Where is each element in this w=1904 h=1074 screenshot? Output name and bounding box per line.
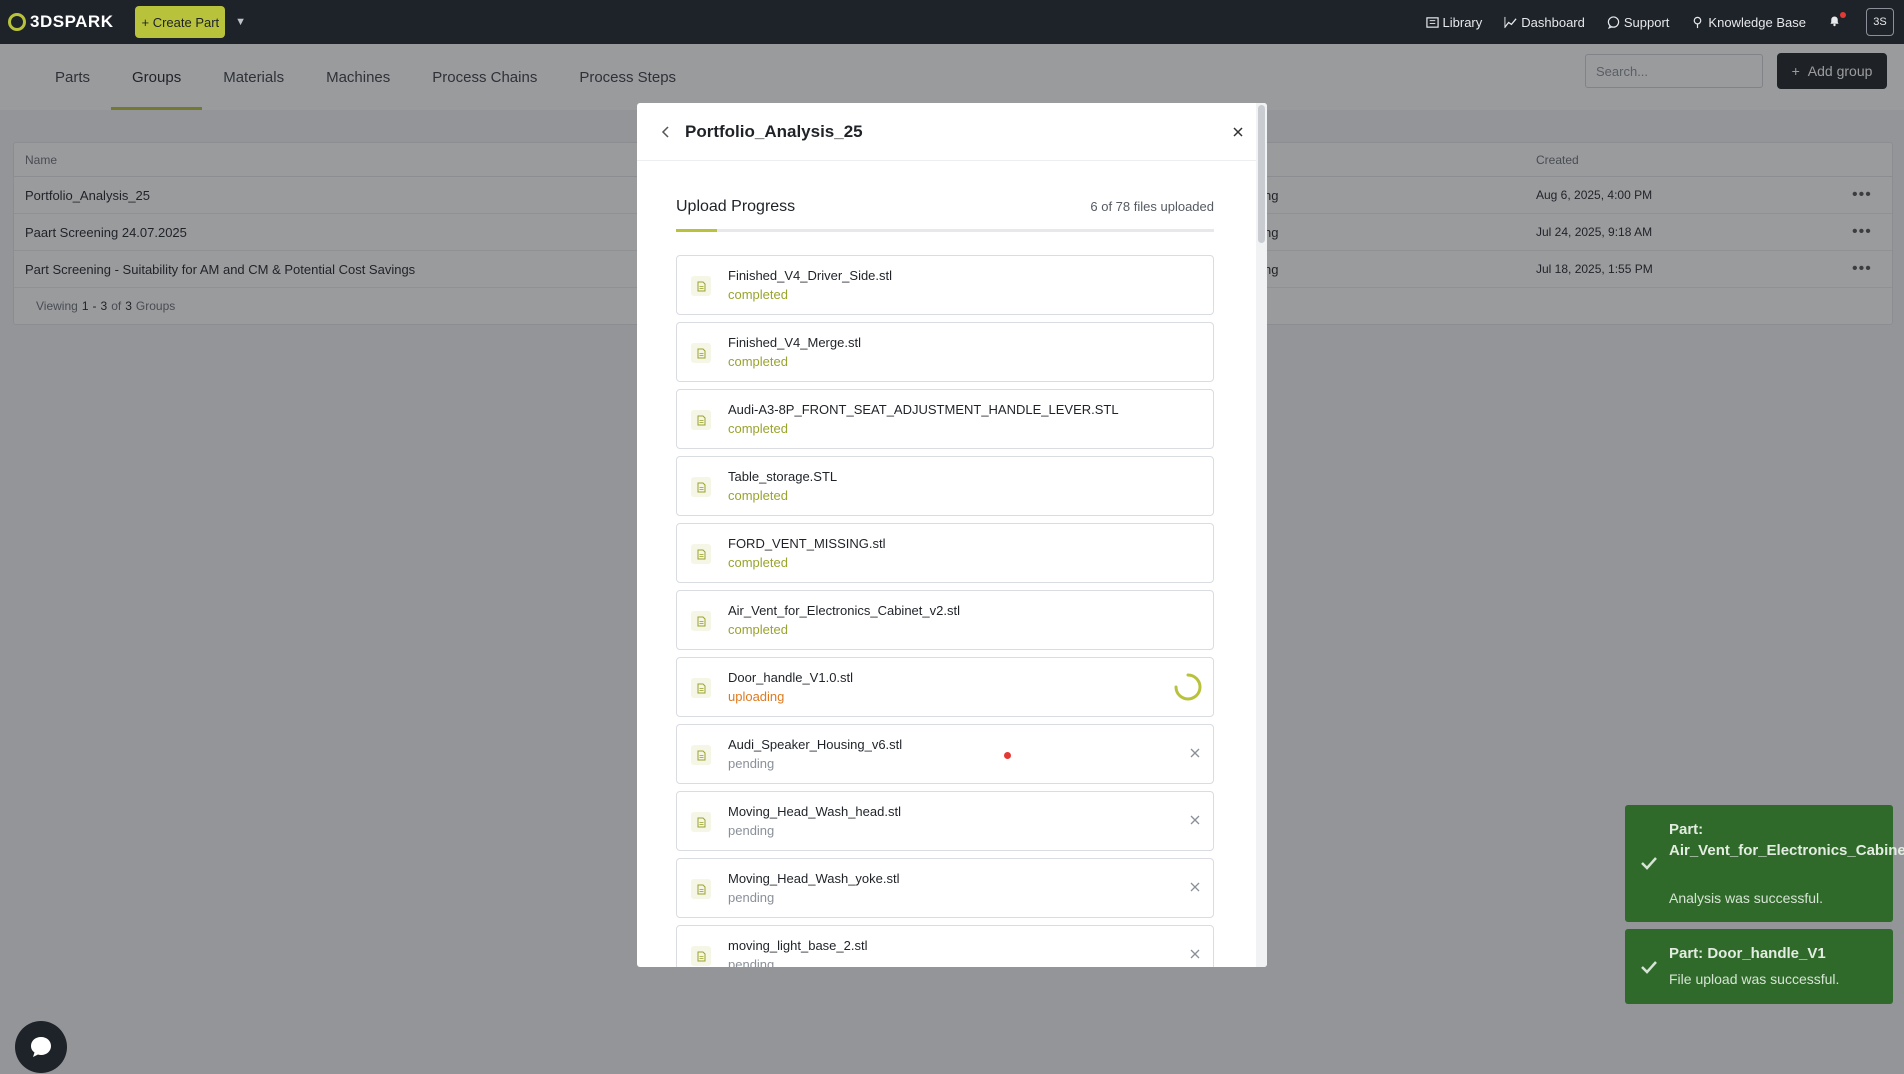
progress-bar [676, 229, 1214, 232]
file-status: completed [728, 488, 788, 503]
file-status: completed [728, 287, 788, 302]
file-name: Moving_Head_Wash_yoke.stl [728, 871, 900, 886]
file-icon [691, 879, 711, 899]
close-icon[interactable] [1231, 125, 1245, 139]
nav-knowledge-base-label: Knowledge Base [1708, 14, 1806, 30]
progress-count: 6 of 78 files uploaded [1090, 199, 1214, 214]
top-bar: 3DSPARK + Create Part ▼ Library Dashboar… [0, 0, 1904, 44]
upload-progress-modal: Portfolio_Analysis_25 Upload Progress 6 … [637, 103, 1267, 967]
notifications-bell-icon[interactable] [1828, 12, 1846, 30]
remove-file-icon[interactable] [1189, 747, 1201, 759]
nav-dashboard-link[interactable]: Dashboard [1504, 15, 1585, 30]
nav-library-label: Library [1442, 14, 1483, 30]
progress-header: Upload Progress 6 of 78 files uploaded [676, 198, 1214, 216]
top-nav: Library Dashboard Support Knowledge Base… [1425, 8, 1896, 36]
check-icon [1641, 961, 1657, 974]
file-status: pending [728, 890, 775, 905]
file-name: Moving_Head_Wash_head.stl [728, 804, 901, 819]
nav-support-label: Support [1623, 14, 1670, 30]
file-status: completed [728, 622, 788, 637]
logo-mark-icon [8, 13, 26, 31]
toast-body: File upload was successful. [1669, 971, 1840, 987]
toast-analysis-success[interactable]: Part: Air_Vent_for_Electronics_Cabinet_v… [1625, 805, 1904, 922]
file-icon [691, 678, 711, 698]
scrollbar-thumb[interactable] [1258, 105, 1265, 243]
file-icon [691, 745, 711, 765]
knowledge-base-icon [1694, 16, 1702, 28]
create-part-button[interactable]: + Create Part [135, 6, 226, 38]
nav-library-link[interactable]: Library [1425, 14, 1483, 30]
file-name: Finished_V4_Merge.stl [728, 335, 861, 350]
file-icon [691, 611, 711, 631]
file-name: moving_light_base_2.stl [728, 938, 868, 953]
file-card: Audi-A3-8P_FRONT_SEAT_ADJUSTMENT_HANDLE_… [676, 389, 1214, 449]
progress-title: Upload Progress [676, 198, 796, 215]
file-status: pending [728, 823, 775, 838]
file-card: FORD_VENT_MISSING.stl completed [676, 523, 1214, 583]
file-list: Finished_V4_Driver_Side.stl completed Fini… [676, 255, 1214, 967]
remove-file-icon[interactable] [1189, 814, 1201, 826]
file-card: Audi_Speaker_Housing_v6.stlpending [676, 724, 1214, 784]
file-name: Air_Vent_for_Electronics_Cabinet_v2.stl [728, 603, 960, 618]
logo-text: 3DSPARK [30, 12, 114, 31]
modal-header: Portfolio_Analysis_25 [637, 103, 1267, 161]
file-status: completed [728, 354, 788, 369]
file-name: Audi-A3-8P_FRONT_SEAT_ADJUSTMENT_HANDLE_… [728, 402, 1119, 417]
file-card: Finished_V4_Driver_Side.stl completed [676, 255, 1214, 315]
file-icon [691, 544, 711, 564]
file-name: Finished_V4_Driver_Side.stl [728, 268, 893, 283]
chat-bubble-icon [31, 1037, 51, 1057]
modal-scrollbar[interactable] [1256, 103, 1267, 967]
toast-body: Analysis was successful. [1669, 890, 1824, 906]
support-icon [1607, 15, 1620, 29]
dashboard-icon [1504, 16, 1517, 28]
create-dropdown-chevron-icon[interactable]: ▼ [235, 16, 246, 28]
file-status: uploading [728, 689, 785, 704]
user-avatar[interactable]: 3S [1866, 8, 1894, 36]
notification-dot [1840, 12, 1846, 18]
chat-button[interactable] [15, 1021, 67, 1073]
logo[interactable]: 3DSPARK [8, 12, 113, 32]
back-arrow-icon[interactable] [659, 125, 673, 139]
nav-support-link[interactable]: Support [1607, 14, 1670, 30]
file-card: Moving_Head_Wash_yoke.stlpending [676, 858, 1214, 918]
library-icon [1425, 16, 1439, 28]
cursor-dot [1004, 752, 1011, 759]
file-icon [691, 276, 711, 296]
file-card: Moving_Head_Wash_head.stlpending [676, 791, 1214, 851]
file-card: Finished_V4_Merge.stl completed [676, 322, 1214, 382]
nav-knowledge-base-link[interactable]: Knowledge Base [1691, 15, 1806, 30]
file-status: completed [728, 555, 788, 570]
remove-file-icon[interactable] [1189, 948, 1201, 960]
progress-bar-fill [676, 229, 718, 232]
toast-title: Part: Air_Vent_for_Electronics_Cabinet_v… [1669, 821, 1904, 859]
file-card: Table_storage.STL completed [676, 456, 1214, 516]
file-icon [691, 812, 711, 832]
remove-file-icon[interactable] [1189, 881, 1201, 893]
file-card: moving_light_base_2.stlpending [676, 925, 1214, 967]
check-icon [1641, 857, 1657, 870]
file-card: Air_Vent_for_Electronics_Cabinet_v2.stlc… [676, 590, 1214, 650]
file-name: Door_handle_V1.0.stl [728, 670, 854, 685]
file-status: completed [728, 421, 788, 436]
file-icon [691, 343, 711, 363]
file-name: Audi_Speaker_Housing_v6.stl [728, 737, 903, 752]
file-name: Table_storage.STL [728, 469, 838, 484]
file-icon [691, 477, 711, 497]
file-card: Door_handle_V1.0.stl uploading [676, 657, 1214, 717]
file-icon [691, 410, 711, 430]
uploading-spinner-icon [1174, 673, 1202, 701]
file-name: FORD_VENT_MISSING.stl [728, 536, 886, 551]
file-icon [691, 946, 711, 966]
modal-title: Portfolio_Analysis_25 [685, 121, 863, 141]
toast-upload-success[interactable]: Part: Door_handle_V1 File upload was suc… [1625, 929, 1893, 1004]
toast-title: Part: Door_handle_V1 [1669, 945, 1826, 962]
nav-dashboard-label: Dashboard [1521, 14, 1585, 30]
file-status: pending [728, 756, 775, 771]
file-status: pending [728, 957, 775, 967]
